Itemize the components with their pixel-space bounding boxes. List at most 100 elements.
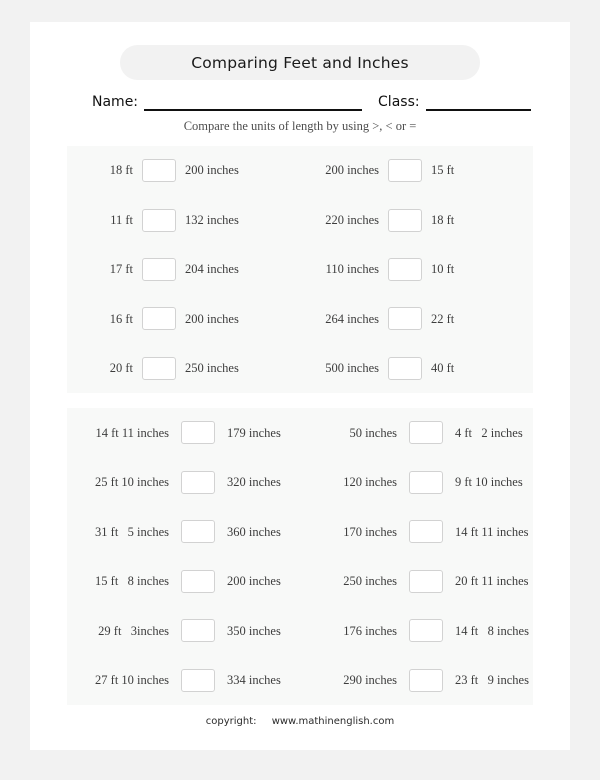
comparison-pair-left: 31 ft 5 inches 360 inches — [67, 520, 311, 544]
answer-box[interactable] — [142, 159, 176, 183]
exercise-term-left: 25 ft 10 inches — [95, 475, 169, 489]
exercise-term-left: 17 ft — [109, 262, 133, 277]
answer-box[interactable] — [388, 159, 422, 183]
comparison-pair-left: 15 ft 8 inches 200 inches — [67, 569, 311, 593]
worksheet-sheet: Comparing Feet and Inches Name: Class: C… — [30, 22, 570, 750]
exercise-term-left: 50 inches — [349, 425, 397, 440]
answer-box[interactable] — [181, 520, 215, 544]
footer: copyright: www.mathinenglish.com — [30, 716, 570, 727]
exercise-block-1: 18 ft 200 inches 200 inches 15 ft 11 ft 132 i… — [67, 146, 533, 393]
answer-box[interactable] — [388, 307, 422, 331]
answer-box[interactable] — [409, 569, 443, 593]
comparison-pair-left: 16 ft 200 inches — [67, 307, 271, 331]
exercise-term-right: 132 inches — [185, 212, 239, 227]
comparison-pair-left: 11 ft 132 inches — [67, 208, 271, 232]
exercise-term-right: 9 ft 10 inches — [455, 475, 523, 489]
exercise-term-left: 14 ft 11 inches — [95, 425, 169, 440]
exercise-term-right: 200 inches — [227, 574, 281, 588]
answer-box[interactable] — [409, 470, 443, 494]
exercise-row: 27 ft 10 inches 334 inches 290 inches 23 ft… — [67, 668, 533, 692]
answer-box[interactable] — [181, 421, 215, 445]
exercise-term-right: 200 inches — [185, 163, 239, 178]
exercise-term-right: 350 inches — [227, 623, 281, 638]
exercise-term-left: 18 ft — [109, 163, 133, 178]
answer-box[interactable] — [181, 668, 215, 692]
comparison-pair-right: 120 inches 9 ft 10 inches — [321, 470, 543, 494]
answer-box[interactable] — [388, 208, 422, 232]
exercise-row: 14 ft 11 inches 179 inches 50 inches 4 ft 2… — [67, 421, 533, 445]
worksheet-title-banner: Comparing Feet and Inches — [120, 45, 480, 80]
exercise-term-left: 170 inches — [343, 524, 397, 539]
answer-box[interactable] — [409, 619, 443, 643]
exercise-row: 31 ft 5 inches 360 inches 170 inches 14 ft … — [67, 520, 533, 544]
exercise-term-left: 200 inches — [325, 163, 379, 178]
name-label: Name: — [92, 94, 139, 110]
answer-box[interactable] — [388, 257, 422, 281]
answer-box[interactable] — [142, 307, 176, 331]
page-title: Comparing Feet and Inches — [191, 53, 409, 72]
exercise-row: 25 ft 10 inches 320 inches 120 inches 9 ft … — [67, 470, 533, 494]
exercise-row: 29 ft 3inches 350 inches 176 inches 14 ft 8… — [67, 619, 533, 643]
answer-box[interactable] — [181, 569, 215, 593]
copyright-label: copyright: — [205, 716, 257, 727]
answer-box[interactable] — [409, 668, 443, 692]
answer-box[interactable] — [409, 421, 443, 445]
exercise-row: 16 ft 200 inches 264 inches 22 ft — [67, 307, 533, 331]
exercise-term-right: 250 inches — [185, 361, 239, 375]
exercise-term-right: 15 ft — [431, 163, 455, 178]
answer-box[interactable] — [142, 257, 176, 281]
comparison-pair-right: 264 inches 22 ft — [293, 307, 501, 331]
comparison-pair-right: 500 inches 40 ft — [293, 356, 501, 380]
exercise-term-left: 27 ft 10 inches — [95, 673, 169, 687]
exercise-term-right: 10 ft — [431, 262, 455, 277]
comparison-pair-left: 14 ft 11 inches 179 inches — [67, 421, 311, 445]
exercise-rows-1: 18 ft 200 inches 200 inches 15 ft 11 ft 132 i… — [67, 146, 533, 393]
exercise-term-left: 16 ft — [109, 311, 133, 326]
exercise-term-right: 40 ft — [431, 361, 455, 375]
exercise-term-left: 31 ft 5 inches — [95, 524, 169, 539]
exercise-term-right: 20 ft 11 inches — [455, 574, 529, 588]
exercise-row: 11 ft 132 inches 220 inches 18 ft — [67, 208, 533, 232]
class-label: Class: — [378, 94, 420, 110]
comparison-pair-left: 20 ft 250 inches — [67, 356, 271, 380]
comparison-pair-left: 25 ft 10 inches 320 inches — [67, 470, 311, 494]
answer-box[interactable] — [409, 520, 443, 544]
exercise-term-right: 14 ft 8 inches — [455, 623, 529, 638]
exercise-term-left: 110 inches — [325, 262, 379, 277]
comparison-pair-right: 200 inches 15 ft — [293, 159, 501, 183]
exercise-term-right: 360 inches — [227, 524, 281, 539]
website-url: www.mathinenglish.com — [271, 716, 395, 727]
exercise-term-left: 15 ft 8 inches — [95, 574, 169, 588]
answer-box[interactable] — [142, 356, 176, 380]
exercise-term-left: 29 ft 3inches — [98, 623, 169, 638]
instruction-text: Compare the units of length by using >, … — [183, 119, 417, 133]
exercise-term-right: 14 ft 11 inches — [455, 524, 529, 539]
comparison-pair-right: 250 inches 20 ft 11 inches — [321, 569, 543, 593]
comparison-pair-left: 27 ft 10 inches 334 inches — [67, 668, 311, 692]
class-input-line[interactable] — [425, 108, 531, 111]
answer-box[interactable] — [142, 208, 176, 232]
exercise-term-right: 23 ft 9 inches — [455, 673, 529, 687]
exercise-term-left: 20 ft — [109, 361, 133, 375]
answer-box[interactable] — [388, 356, 422, 380]
comparison-pair-right: 50 inches 4 ft 2 inches — [321, 421, 543, 445]
exercise-block-2: 14 ft 11 inches 179 inches 50 inches 4 ft 2… — [67, 408, 533, 705]
exercise-term-left: 250 inches — [343, 574, 397, 588]
comparison-pair-left: 18 ft 200 inches — [67, 159, 271, 183]
comparison-pair-right: 220 inches 18 ft — [293, 208, 501, 232]
comparison-pair-right: 176 inches 14 ft 8 inches — [321, 619, 543, 643]
name-input-line[interactable] — [144, 108, 363, 111]
comparison-pair-right: 290 inches 23 ft 9 inches — [321, 668, 543, 692]
student-info-row: Name: Class: — [30, 85, 570, 111]
comparison-pair-left: 29 ft 3inches 350 inches — [67, 619, 311, 643]
exercise-row: 20 ft 250 inches 500 inches 40 ft — [67, 356, 533, 380]
exercise-term-right: 22 ft — [431, 311, 455, 326]
answer-box[interactable] — [181, 619, 215, 643]
exercise-term-left: 176 inches — [343, 623, 397, 638]
exercise-term-left: 120 inches — [343, 475, 397, 489]
comparison-pair-left: 17 ft 204 inches — [67, 257, 271, 281]
exercise-term-left: 264 inches — [325, 311, 379, 326]
answer-box[interactable] — [181, 470, 215, 494]
exercise-term-right: 334 inches — [227, 673, 281, 687]
exercise-term-right: 320 inches — [227, 475, 281, 489]
